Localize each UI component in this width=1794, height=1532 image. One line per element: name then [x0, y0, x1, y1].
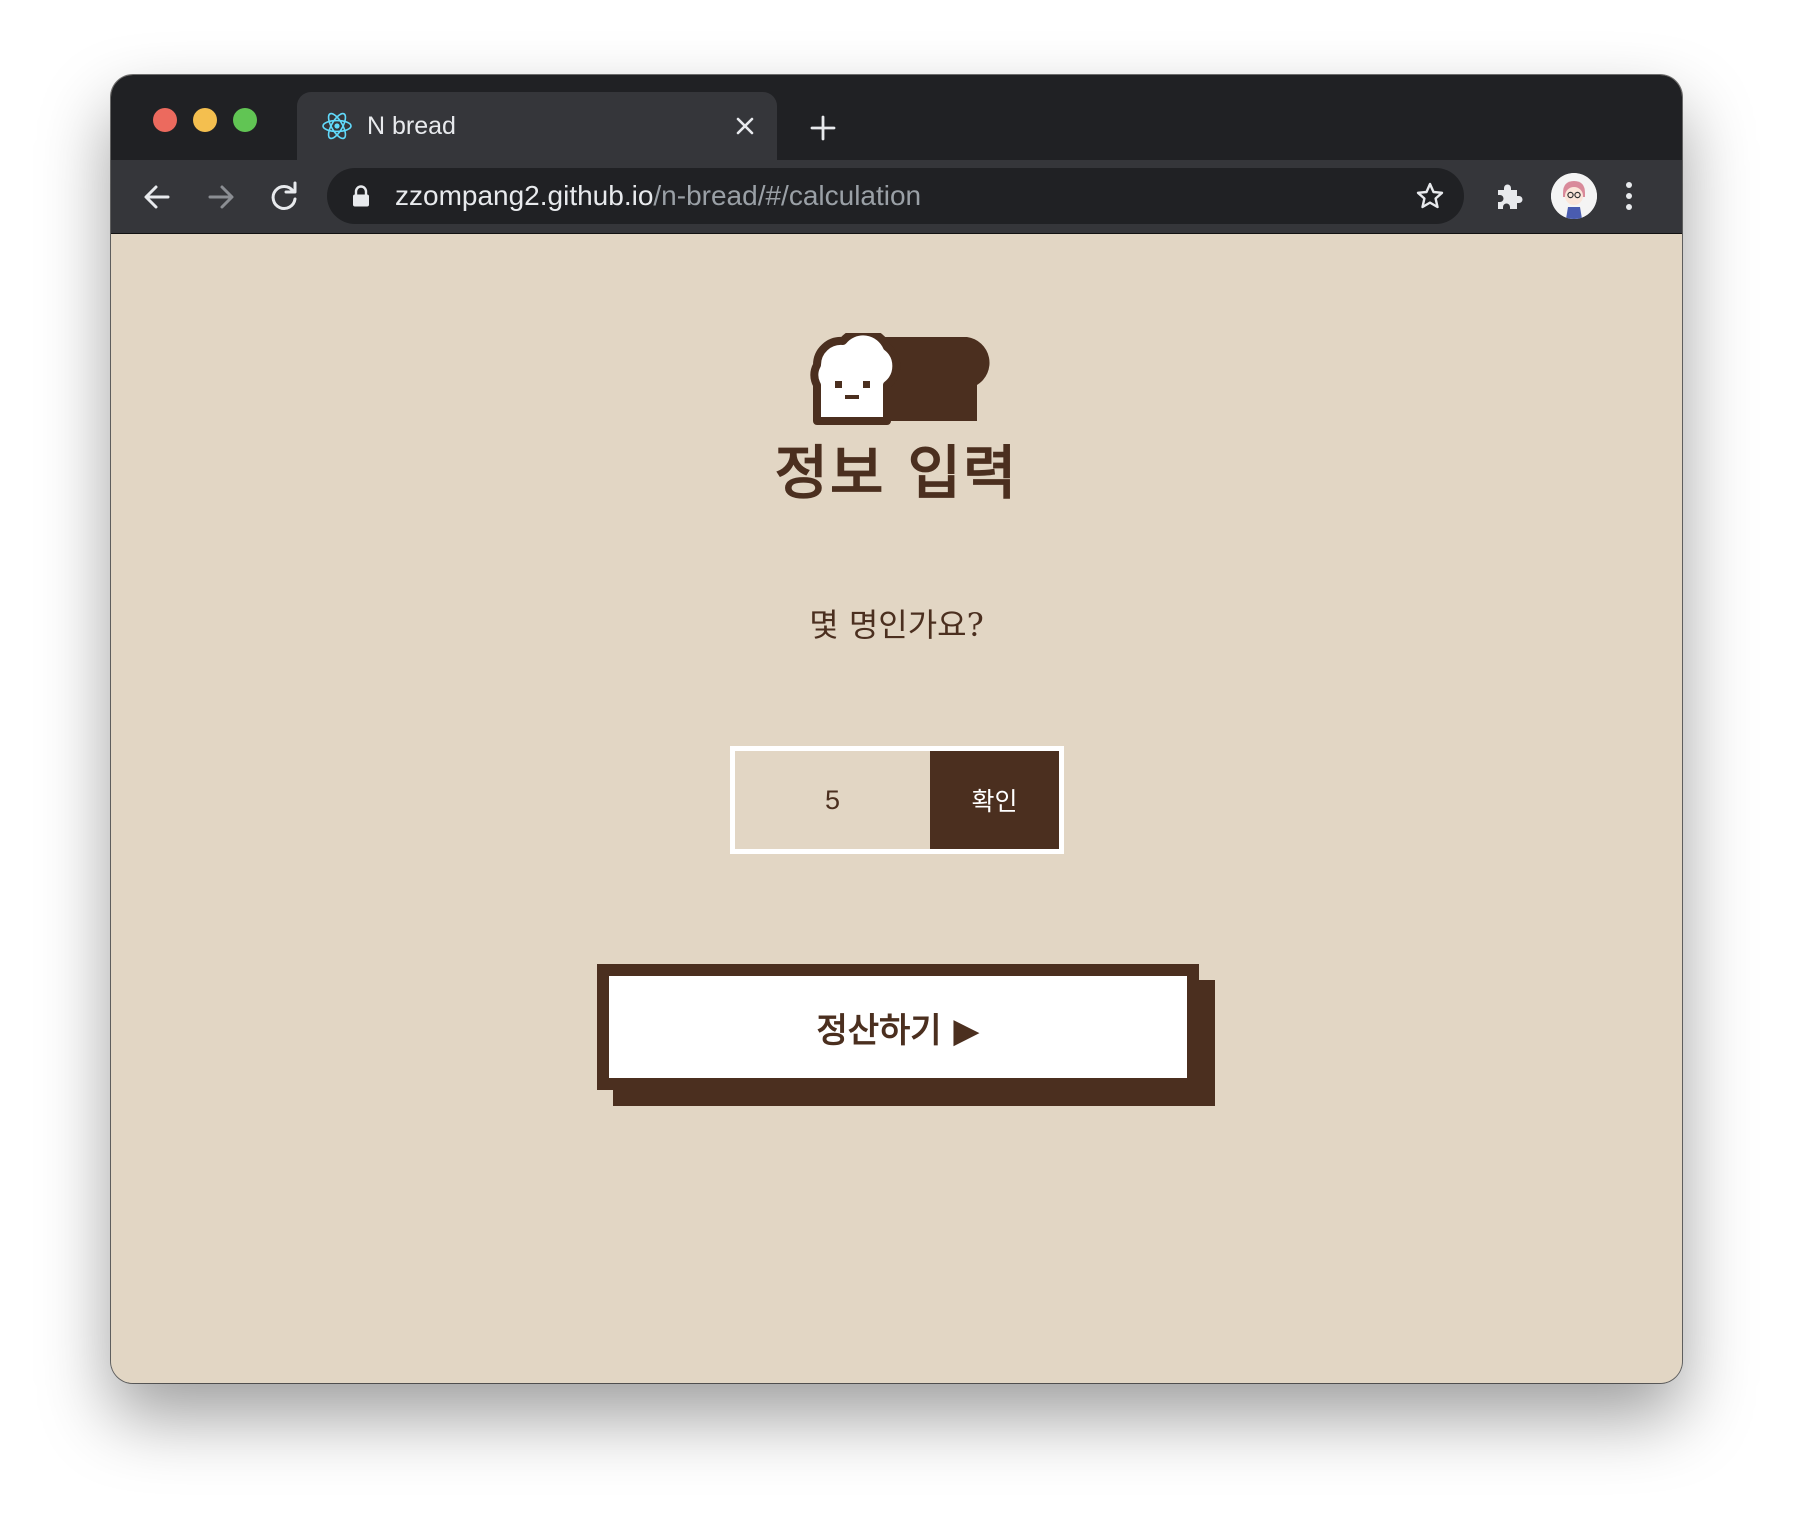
puzzle-icon[interactable] [1492, 178, 1528, 214]
maximize-window-button[interactable] [233, 108, 257, 132]
page-title: 정보 입력 [774, 439, 1019, 507]
avatar-image [1551, 173, 1597, 219]
browser-tab[interactable]: N bread [297, 92, 777, 160]
star-icon[interactable] [1414, 180, 1446, 212]
reload-icon[interactable] [266, 179, 302, 215]
people-count-input[interactable] [735, 751, 930, 849]
page-content: 정보 입력 몇 명인가요? 확인 정산하기 ▶ [111, 234, 1682, 1383]
url-host: zzompang2.github.io [395, 180, 654, 211]
arrow-left-icon[interactable] [139, 179, 175, 215]
browser-window: N bread zzompang2.github.io/n-bread/#/ca… [111, 75, 1682, 1383]
react-logo-icon [322, 112, 352, 140]
confirm-button[interactable]: 확인 [930, 751, 1059, 849]
address-bar[interactable]: zzompang2.github.io/n-bread/#/calculatio… [327, 168, 1464, 224]
bread-loaf-icon [810, 333, 990, 425]
minimize-window-button[interactable] [193, 108, 217, 132]
browser-toolbar: zzompang2.github.io/n-bread/#/calculatio… [111, 160, 1682, 234]
settle-button-wrapper: 정산하기 ▶ [597, 964, 1215, 1106]
url-text: zzompang2.github.io/n-bread/#/calculatio… [395, 180, 921, 212]
people-count-form: 확인 [730, 746, 1064, 854]
arrow-right-icon[interactable] [203, 179, 239, 215]
people-count-question: 몇 명인가요? [809, 606, 984, 644]
close-tab-icon[interactable] [731, 112, 759, 140]
settle-button[interactable]: 정산하기 ▶ [597, 964, 1199, 1090]
close-window-button[interactable] [153, 108, 177, 132]
url-path: /n-bread/#/calculation [653, 180, 922, 211]
lock-icon [353, 185, 369, 207]
tab-strip: N bread [111, 75, 1682, 160]
plus-icon[interactable] [807, 112, 839, 144]
profile-avatar[interactable] [1551, 173, 1597, 219]
kebab-menu-icon[interactable] [1621, 178, 1637, 214]
tab-title: N bread [367, 112, 456, 140]
